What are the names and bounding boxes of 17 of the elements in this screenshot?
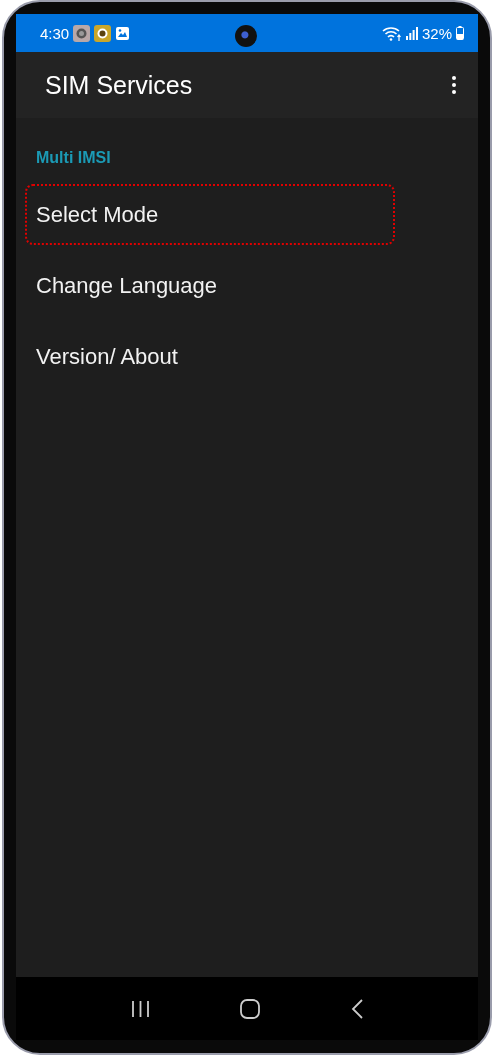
- recent-apps-icon[interactable]: [131, 999, 151, 1018]
- section-header: Multi IMSI: [36, 148, 111, 168]
- menu-item[interactable]: Change Language: [25, 255, 395, 316]
- wifi-icon: [381, 25, 402, 41]
- more-options-icon[interactable]: [452, 76, 456, 94]
- image-icon: [115, 25, 131, 41]
- home-icon[interactable]: [240, 998, 261, 1019]
- back-icon[interactable]: [350, 998, 363, 1019]
- menu-item[interactable]: Select Mode: [25, 184, 395, 245]
- battery-percentage: 32%: [421, 24, 452, 42]
- app-title: SIM Services: [45, 70, 193, 100]
- signal-icon: [405, 26, 418, 40]
- status-time: 4:30: [40, 24, 70, 42]
- lens-app-icon: [94, 24, 112, 42]
- menu-item[interactable]: Version/ About: [25, 326, 395, 387]
- battery-icon: [456, 26, 464, 40]
- camera-app-icon: [73, 24, 91, 42]
